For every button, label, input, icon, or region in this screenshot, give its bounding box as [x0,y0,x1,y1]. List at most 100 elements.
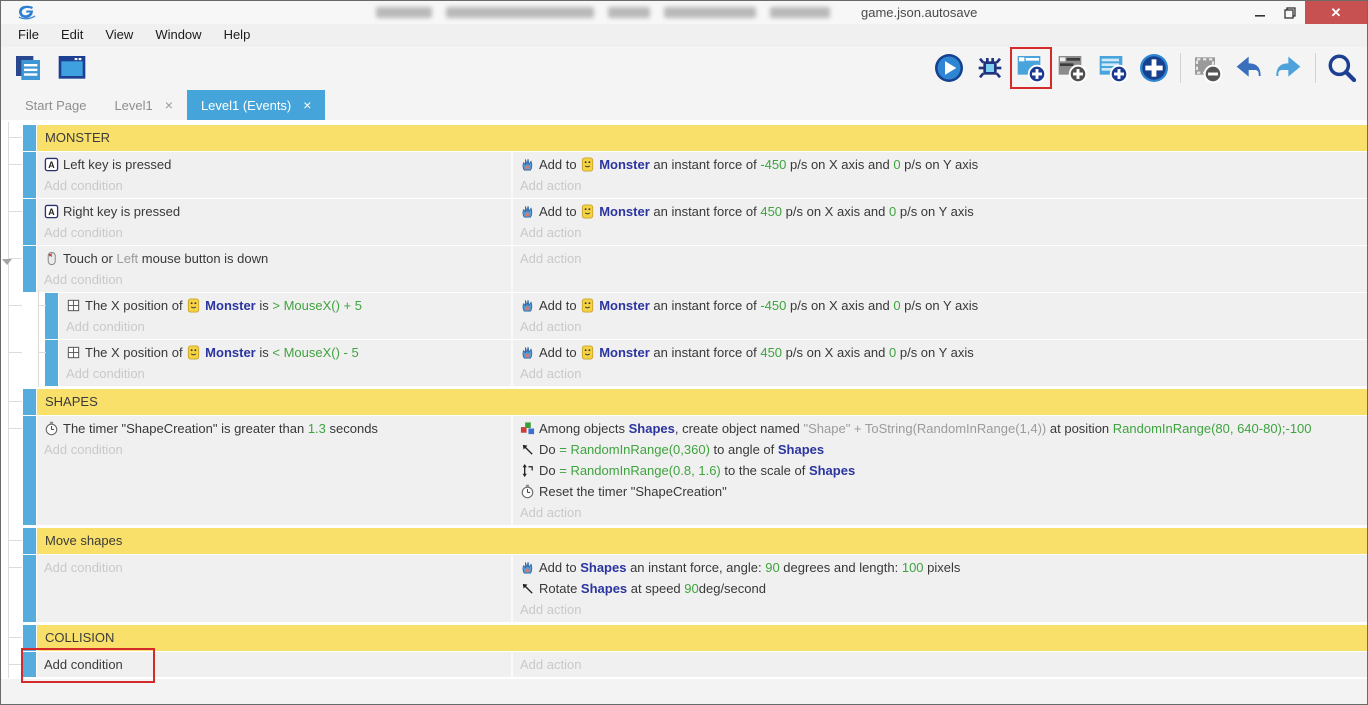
event-selection-bar[interactable] [23,528,36,554]
add-other-button[interactable] [1135,49,1173,87]
add-comment-button[interactable] [1053,49,1091,87]
tab-level1[interactable]: Level1× [100,90,187,120]
tree-gutter [1,389,23,415]
text-segment: RandomInRange(80, 640-80);-100 [1113,418,1312,439]
event-selection-bar[interactable] [23,125,36,151]
tab-close-icon[interactable]: × [303,97,311,113]
action-line[interactable]: Add to Monster an instant force of 450 p… [520,342,1367,363]
add-action-placeholder[interactable]: Add action [520,363,1367,384]
action-line[interactable]: Add to Monster an instant force of 450 p… [520,201,1367,222]
monster-icon [580,157,595,172]
text-segment: , create object named [675,418,804,439]
debug-icon [974,52,1006,84]
action-line[interactable]: Add to Monster an instant force of -450 … [520,154,1367,175]
text-segment: 90 [684,578,698,599]
menu-file[interactable]: File [7,24,50,45]
event-selection-bar[interactable] [23,625,36,651]
condition-line[interactable]: ARight key is pressed [44,201,511,222]
event-selection-bar[interactable] [23,555,36,622]
event-selection-bar[interactable] [23,199,36,245]
event-selection-bar[interactable] [23,246,36,292]
toolbar-left-group [1,49,91,87]
action-line[interactable]: Add to Monster an instant force of -450 … [520,295,1367,316]
event-row: The X position of Monster is < MouseX() … [1,340,1367,386]
collapse-arrow-icon[interactable] [2,259,12,265]
event-selection-bar[interactable] [45,293,58,339]
text-segment: < MouseX() - 5 [272,342,358,363]
add-subevent-button[interactable] [1094,49,1132,87]
action-line[interactable]: Do = RandomInRange(0,360) to angle of Sh… [520,439,1367,460]
menu-view[interactable]: View [94,24,144,45]
add-condition-placeholder[interactable]: Add condition [66,363,511,384]
search-button[interactable] [1323,49,1361,87]
text-segment: to angle of [710,439,778,460]
add-action-placeholder[interactable]: Add action [520,222,1367,243]
condition-line[interactable]: The timer "ShapeCreation" is greater tha… [44,418,511,439]
action-line[interactable]: Do = RandomInRange(0.8, 1.6) to the scal… [520,460,1367,481]
sub-event-indent [23,293,45,339]
tab-level1-events-[interactable]: Level1 (Events)× [187,90,326,120]
play-button[interactable] [930,49,968,87]
condition-line[interactable]: The X position of Monster is > MouseX() … [66,295,511,316]
restore-button[interactable] [1275,1,1305,24]
add-action-placeholder[interactable]: Add action [520,316,1367,337]
conditions-cell: The X position of Monster is > MouseX() … [59,293,513,339]
tab-close-icon[interactable]: × [165,97,173,113]
add-event-button[interactable] [1012,49,1050,87]
event-row: ARight key is pressedAdd condition Add to… [1,199,1367,245]
action-line[interactable]: Reset the timer "ShapeCreation" [520,481,1367,502]
add-action-placeholder[interactable]: Add action [520,599,1367,620]
group-header[interactable]: Move shapes [37,528,1367,554]
project-manager-button[interactable] [9,49,47,87]
text-segment: Among objects [539,418,629,439]
add-action-placeholder[interactable]: Add action [520,248,1367,269]
condition-line[interactable]: The X position of Monster is < MouseX() … [66,342,511,363]
condition-line[interactable]: Touch or Left mouse button is down [44,248,511,269]
tree-gutter [1,340,23,386]
text-segment: 450 [760,201,782,222]
tree-gutter [1,199,23,245]
scene-editor-icon [56,52,88,84]
event-selection-bar[interactable] [23,416,36,525]
group-header[interactable]: SHAPES [37,389,1367,415]
tab-start-page[interactable]: Start Page [11,90,100,120]
text-segment: = RandomInRange(0.8, 1.6) [559,460,721,481]
scene-editor-button[interactable] [53,49,91,87]
condition-line[interactable]: ALeft key is pressed [44,154,511,175]
add-action-placeholder[interactable]: Add action [520,654,1367,675]
event-selection-bar[interactable] [23,152,36,198]
add-condition-placeholder[interactable]: Add condition [44,222,511,243]
action-line[interactable]: Add to Shapes an instant force, angle: 9… [520,557,1367,578]
delete-event-button[interactable] [1188,49,1226,87]
text-segment: Rotate [539,578,581,599]
event-selection-bar[interactable] [23,652,36,677]
minimize-button[interactable] [1245,1,1275,24]
add-condition-placeholder[interactable]: Add condition [44,439,511,460]
conditions-cell: ALeft key is pressedAdd condition [37,152,513,198]
action-line[interactable]: Rotate Shapes at speed 90deg/second [520,578,1367,599]
undo-button[interactable] [1229,49,1267,87]
menu-window[interactable]: Window [144,24,212,45]
event-selection-bar[interactable] [45,340,58,386]
add-action-placeholder[interactable]: Add action [520,502,1367,523]
undo-icon [1232,52,1264,84]
close-button[interactable]: ✕ [1305,1,1367,24]
text-segment: Add to [539,295,580,316]
debug-button[interactable] [971,49,1009,87]
redo-button[interactable] [1270,49,1308,87]
text-segment: 450 [760,342,782,363]
text-segment: to the scale of [721,460,809,481]
add-condition-placeholder[interactable]: Add condition [44,269,511,290]
group-header[interactable]: MONSTER [37,125,1367,151]
text-segment: p/s on Y axis [896,342,974,363]
add-condition-placeholder[interactable]: Add condition [44,175,511,196]
add-action-placeholder[interactable]: Add action [520,175,1367,196]
group-header[interactable]: COLLISION [37,625,1367,651]
add-condition-placeholder[interactable]: Add condition [66,316,511,337]
action-line[interactable]: Among objects Shapes, create object name… [520,418,1367,439]
event-selection-bar[interactable] [23,389,36,415]
add-condition-placeholder[interactable]: Add condition [44,557,511,578]
menu-edit[interactable]: Edit [50,24,94,45]
add-condition-placeholder[interactable]: Add condition [44,654,511,675]
menu-help[interactable]: Help [213,24,262,45]
